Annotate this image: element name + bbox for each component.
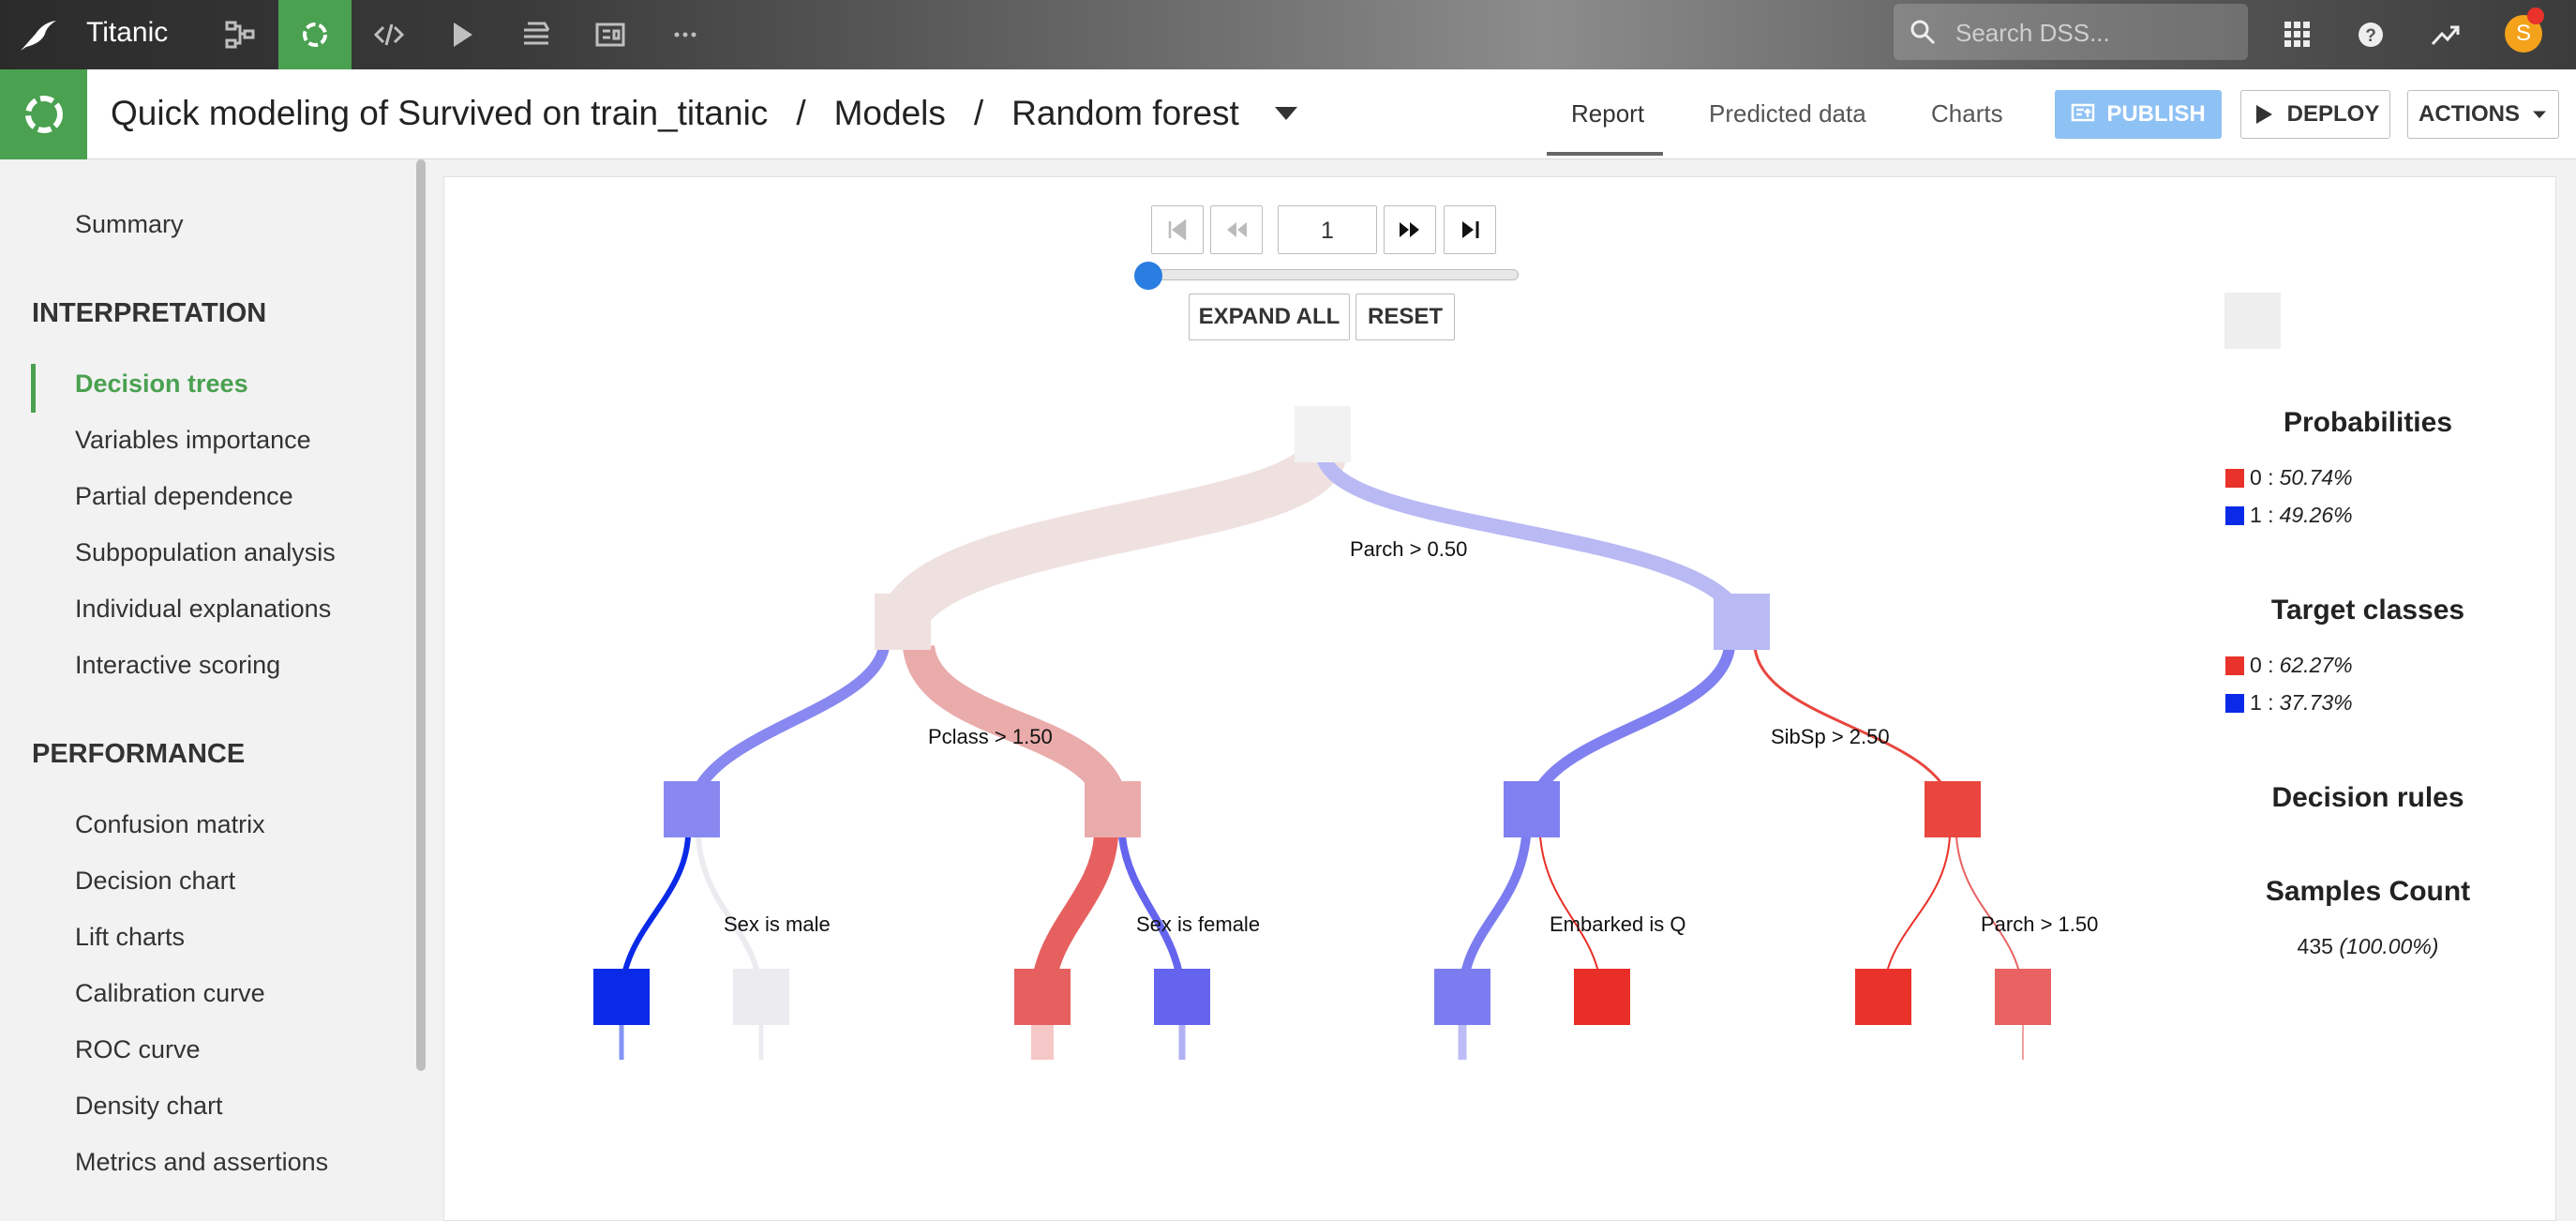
tree-node-rl[interactable] — [1504, 781, 1560, 837]
tree-node-ll[interactable] — [664, 781, 720, 837]
edge-left-ll[interactable] — [686, 645, 890, 810]
legend-value: 50.74% — [2279, 465, 2353, 490]
samples-count-value: 435 (100.00%) — [2184, 934, 2552, 959]
tree-node-lrl[interactable] — [1014, 969, 1071, 1025]
legend-decision-rules-title[interactable]: Decision rules — [2184, 782, 2552, 814]
split-label-root: Parch > 0.50 — [1350, 537, 1467, 561]
legend-class-label: 1 : — [2250, 690, 2274, 715]
edge-root-left[interactable] — [879, 445, 1347, 632]
split-label-rl: Embarked is Q — [1550, 912, 1686, 936]
split-label-right: SibSp > 2.50 — [1771, 725, 1890, 748]
legend-class-label: 0 : — [2250, 653, 2274, 677]
split-label-ll: Sex is male — [724, 912, 831, 936]
tree-node-right[interactable] — [1714, 594, 1770, 650]
legend-samples-count-title: Samples Count — [2265, 876, 2471, 907]
selected-node-swatch — [2224, 293, 2281, 349]
tree-node-rr[interactable] — [1925, 781, 1981, 837]
split-label-lr: Sex is female — [1136, 912, 1260, 936]
tree-node-rll[interactable] — [1434, 969, 1490, 1025]
tree-node-rlr[interactable] — [1574, 969, 1630, 1025]
samples-count: 435 — [2297, 934, 2333, 958]
legend-probabilities-title: Probabilities — [2283, 407, 2453, 438]
legend-target-row-1: 1 : 37.73% — [2225, 690, 2353, 716]
edge-right-rl[interactable] — [1526, 645, 1735, 810]
legend-class-label: 0 : — [2250, 465, 2274, 490]
legend-value: 37.73% — [2279, 690, 2353, 715]
legend-prob-row-0: 0 : 50.74% — [2225, 465, 2353, 490]
color-swatch — [2225, 656, 2244, 675]
tree-node-lll[interactable] — [593, 969, 650, 1025]
legend-value: 62.27% — [2279, 653, 2353, 677]
tree-node-rrl[interactable] — [1855, 969, 1911, 1025]
color-swatch — [2225, 468, 2244, 488]
legend-prob-row-1: 1 : 49.26% — [2225, 503, 2353, 528]
tree-node-root[interactable] — [1295, 406, 1351, 462]
samples-percent: (100.00%) — [2339, 934, 2439, 958]
tree-node-rrr[interactable] — [1995, 969, 2051, 1025]
split-label-left: Pclass > 1.50 — [928, 725, 1053, 748]
legend-value: 49.26% — [2279, 503, 2353, 527]
legend-class-label: 1 : — [2250, 503, 2274, 527]
legend-target-classes-title: Target classes — [2270, 595, 2465, 626]
color-swatch — [2225, 505, 2244, 525]
split-label-rr: Parch > 1.50 — [1981, 912, 2098, 936]
tree-node-llr[interactable] — [733, 969, 789, 1025]
tree-node-lr[interactable] — [1085, 781, 1141, 837]
color-swatch — [2225, 693, 2244, 713]
tree-node-left[interactable] — [875, 594, 931, 650]
legend-target-row-0: 0 : 62.27% — [2225, 653, 2353, 678]
tree-node-lrr[interactable] — [1154, 969, 1210, 1025]
